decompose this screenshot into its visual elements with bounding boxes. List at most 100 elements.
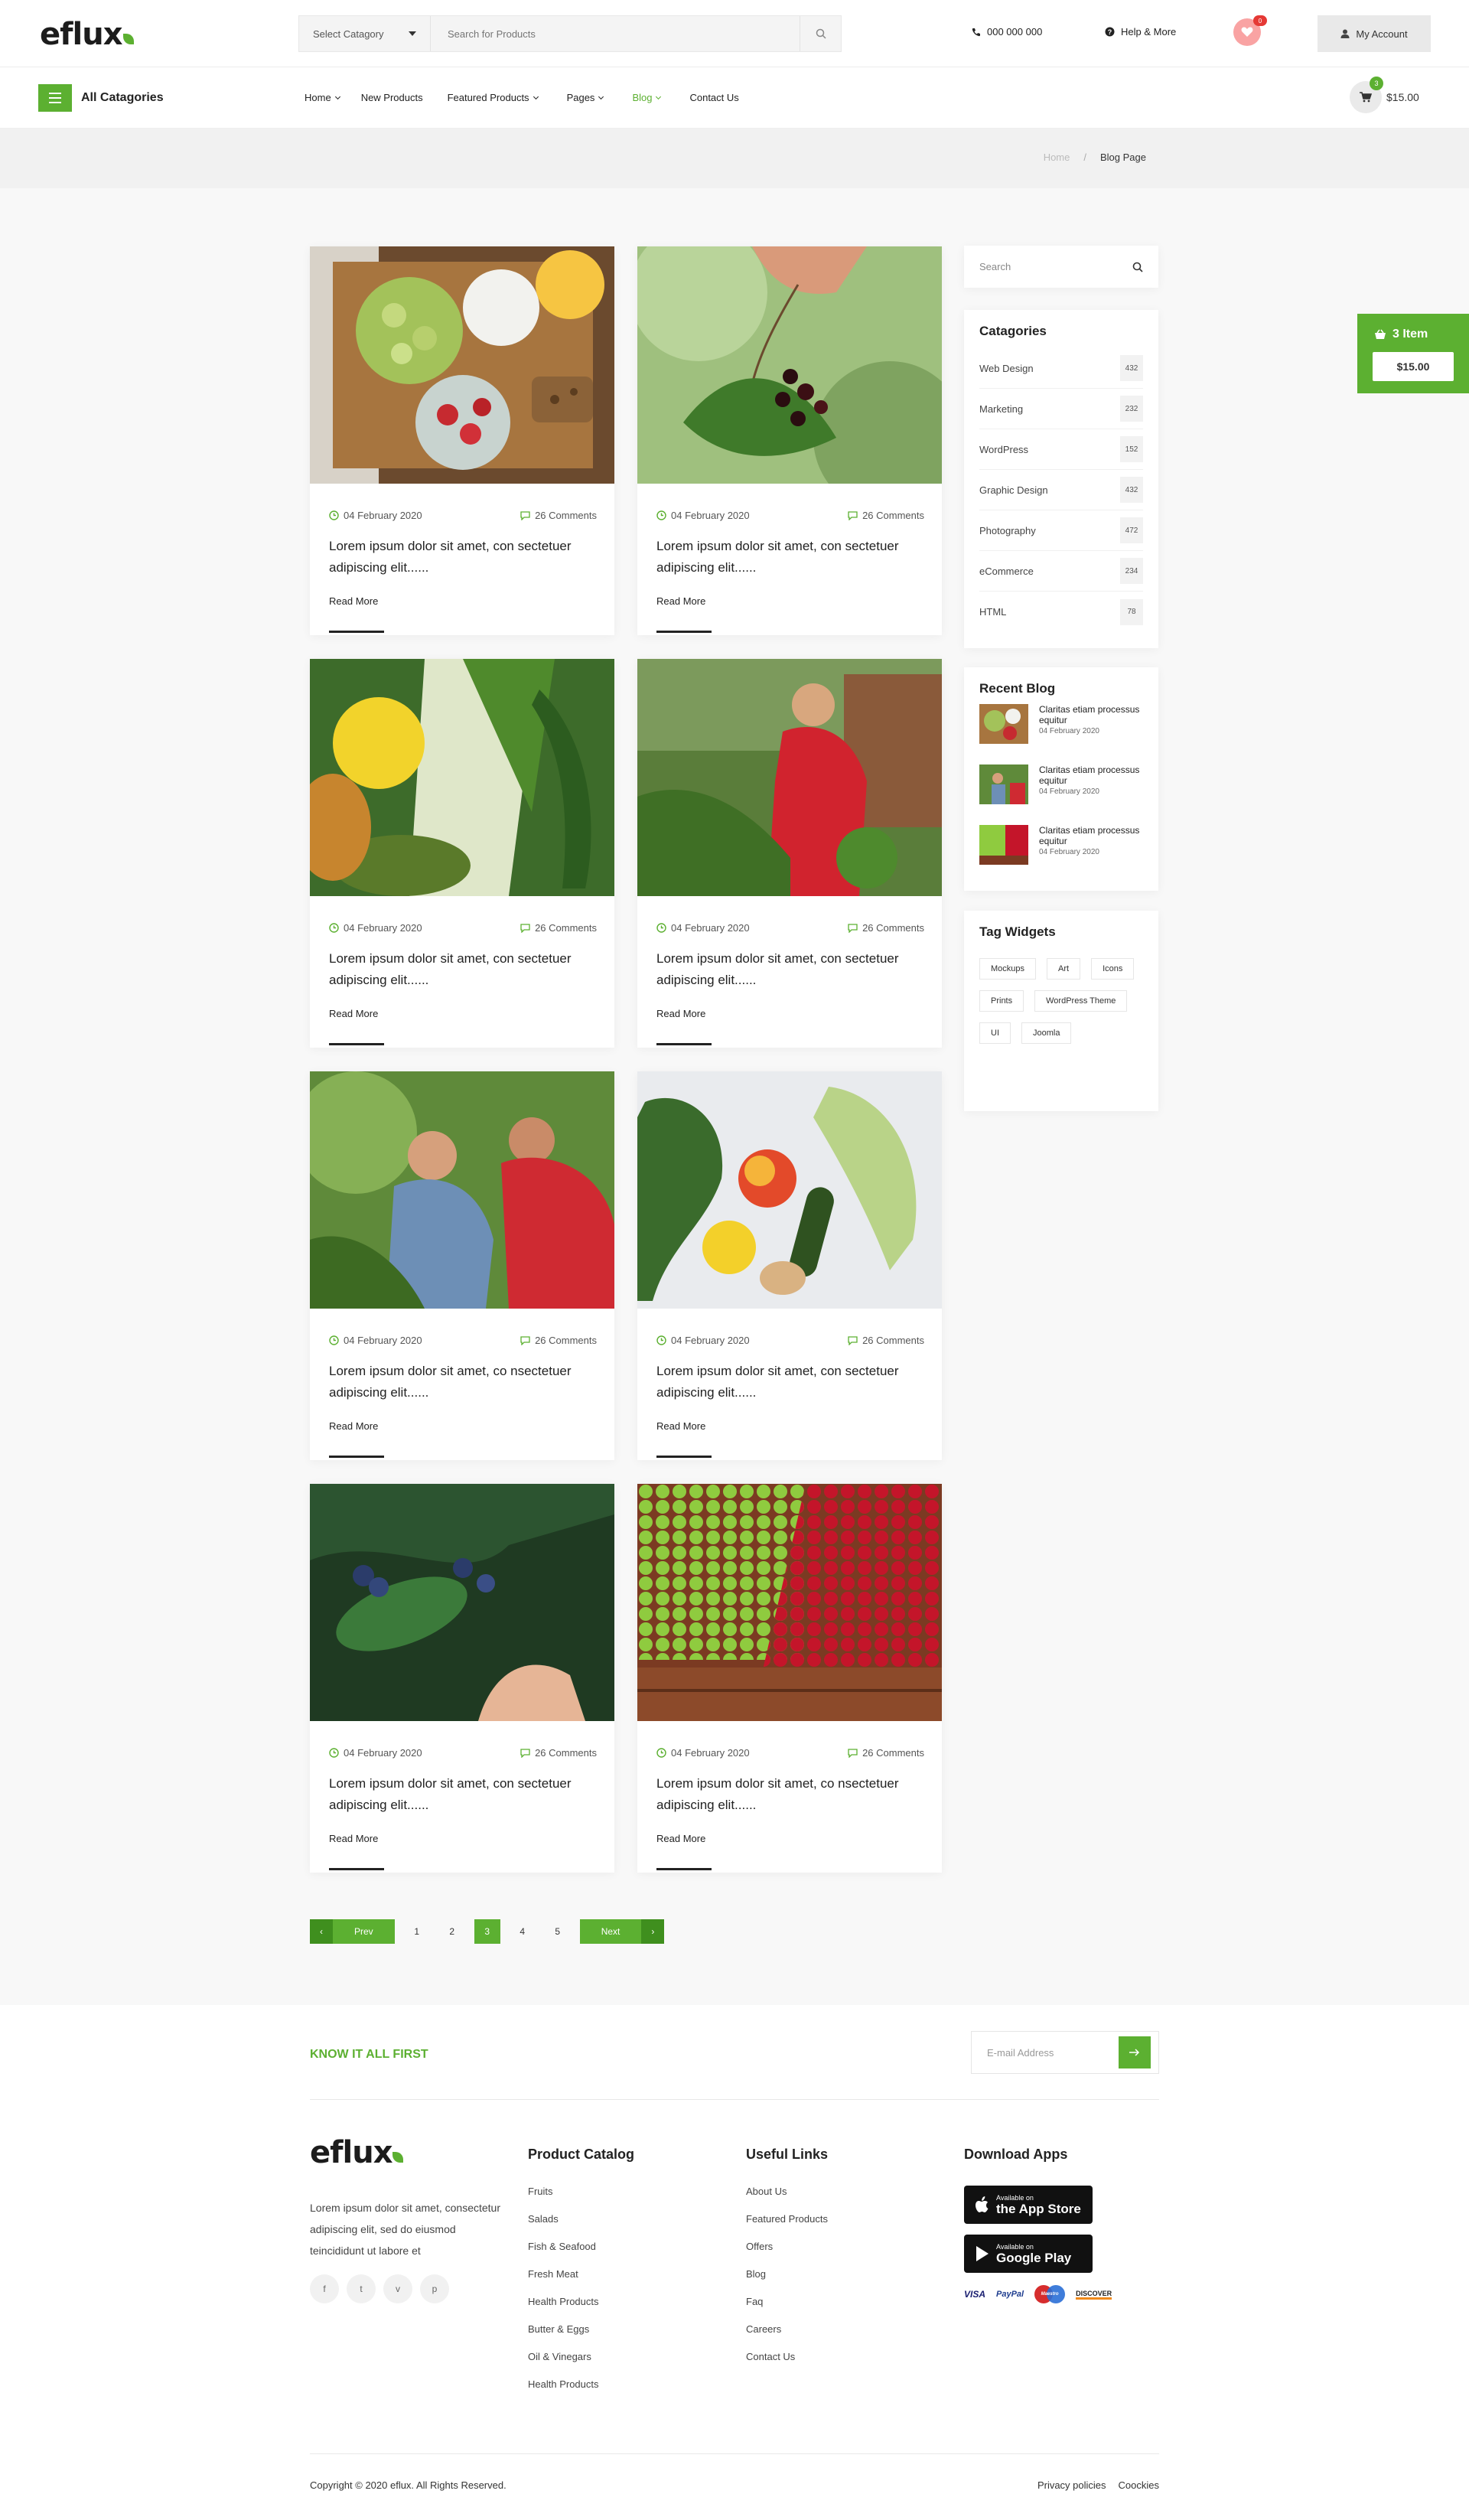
breadcrumb-home[interactable]: Home [1044,152,1070,163]
nav-new-products[interactable]: New Products [361,92,423,103]
prev-button[interactable]: ‹ Prev [310,1919,395,1944]
recent-blog-item[interactable]: Claritas etiam processus equitur 04 Febru… [979,764,1143,825]
read-more-link[interactable]: Read More [329,1008,378,1019]
category-item[interactable]: Web Design 432 [979,348,1143,389]
blog-title[interactable]: Lorem ipsum dolor sit amet, con sectetue… [329,948,597,991]
category-select[interactable]: Select Catagory [299,16,431,51]
search-input[interactable] [431,16,800,51]
subscribe-button[interactable] [1119,2036,1151,2068]
useful-link[interactable]: Offers [746,2241,828,2268]
recent-blog-item[interactable]: Claritas etiam processus equitur 04 Febru… [979,704,1143,764]
blog-comments[interactable]: 26 Comments [520,1747,597,1759]
blog-comments[interactable]: 26 Comments [848,1747,924,1759]
recent-blog-item[interactable]: Claritas etiam processus equitur 04 Febru… [979,825,1143,885]
category-item[interactable]: HTML 78 [979,592,1143,632]
catalog-link[interactable]: Fruits [528,2186,634,2213]
nav-contact[interactable]: Contact Us [689,92,738,103]
useful-link[interactable]: Blog [746,2268,828,2296]
app-store-button[interactable]: Available on the App Store [964,2186,1093,2224]
blog-image[interactable] [637,659,942,896]
tag[interactable]: Joomla [1021,1022,1072,1044]
tag[interactable]: Art [1047,958,1081,980]
blog-comments[interactable]: 26 Comments [848,510,924,521]
blog-image[interactable] [310,1071,614,1309]
cart-button[interactable]: 3 [1350,77,1383,113]
all-categories-button[interactable]: All Catagories [38,84,164,112]
catalog-link[interactable]: Health Products [528,2378,634,2406]
page-3[interactable]: 3 [474,1919,500,1944]
blog-image[interactable] [310,659,614,896]
blog-comments[interactable]: 26 Comments [848,1335,924,1346]
read-more-link[interactable]: Read More [329,1833,378,1844]
blog-title[interactable]: Lorem ipsum dolor sit amet, con sectetue… [656,1361,924,1403]
blog-title[interactable]: Lorem ipsum dolor sit amet, con sectetue… [656,536,924,579]
page-4[interactable]: 4 [510,1919,536,1944]
pinterest-icon[interactable]: p [420,2274,449,2303]
category-item[interactable]: Photography 472 [979,510,1143,551]
logo[interactable]: eflux [40,17,134,52]
read-more-link[interactable]: Read More [329,1420,378,1432]
facebook-icon[interactable]: f [310,2274,339,2303]
tag[interactable]: UI [979,1022,1011,1044]
cookies-link[interactable]: Coockies [1119,2479,1159,2491]
account-button[interactable]: My Account [1318,15,1431,52]
blog-comments[interactable]: 26 Comments [520,922,597,934]
nav-pages[interactable]: Pages [567,92,604,103]
footer-logo[interactable]: eflux [310,2135,403,2170]
blog-title[interactable]: Lorem ipsum dolor sit amet, con sectetue… [656,948,924,991]
category-item[interactable]: Graphic Design 432 [979,470,1143,510]
read-more-link[interactable]: Read More [656,595,705,607]
category-item[interactable]: WordPress 152 [979,429,1143,470]
page-5[interactable]: 5 [545,1919,571,1944]
next-button[interactable]: Next › [579,1919,665,1944]
blog-image[interactable] [637,246,942,484]
floating-cart-total[interactable]: $15.00 [1373,352,1454,381]
tag[interactable]: Prints [979,990,1024,1012]
tag[interactable]: Mockups [979,958,1037,980]
nav-featured-products[interactable]: Featured Products [448,92,539,103]
blog-title[interactable]: Lorem ipsum dolor sit amet, con sectetue… [329,536,597,579]
catalog-link[interactable]: Health Products [528,2296,634,2323]
read-more-link[interactable]: Read More [329,595,378,607]
blog-comments[interactable]: 26 Comments [848,922,924,934]
page-2[interactable]: 2 [439,1919,465,1944]
google-play-button[interactable]: Available on Google Play [964,2235,1093,2273]
privacy-link[interactable]: Privacy policies [1037,2479,1106,2491]
blog-title[interactable]: Lorem ipsum dolor sit amet, co nsectetue… [329,1361,597,1403]
blog-title[interactable]: Lorem ipsum dolor sit amet, con sectetue… [329,1773,597,1816]
vimeo-icon[interactable]: v [383,2274,412,2303]
twitter-icon[interactable]: t [347,2274,376,2303]
catalog-link[interactable]: Fish & Seafood [528,2241,634,2268]
read-more-link[interactable]: Read More [656,1420,705,1432]
help-link[interactable]: ? Help & More [1105,26,1176,37]
blog-comments[interactable]: 26 Comments [520,510,597,521]
blog-image[interactable] [637,1071,942,1309]
sidebar-search[interactable]: Search [964,246,1158,288]
catalog-link[interactable]: Butter & Eggs [528,2323,634,2351]
blog-comments[interactable]: 26 Comments [520,1335,597,1346]
tag[interactable]: Icons [1091,958,1135,980]
useful-link[interactable]: Careers [746,2323,828,2351]
catalog-link[interactable]: Fresh Meat [528,2268,634,2296]
floating-cart[interactable]: 3 Item $15.00 [1357,314,1469,393]
useful-link[interactable]: Featured Products [746,2213,828,2241]
read-more-link[interactable]: Read More [656,1833,705,1844]
search-button[interactable] [800,16,841,51]
catalog-link[interactable]: Oil & Vinegars [528,2351,634,2378]
blog-image[interactable] [637,1484,942,1721]
newsletter-form[interactable]: E-mail Address [971,2031,1159,2074]
read-more-link[interactable]: Read More [656,1008,705,1019]
phone-contact[interactable]: 000 000 000 [972,26,1042,37]
nav-home[interactable]: Home [305,92,340,103]
blog-image[interactable] [310,246,614,484]
search-icon[interactable] [1132,262,1143,272]
category-item[interactable]: Marketing 232 [979,389,1143,429]
wishlist-button[interactable]: 0 [1233,15,1267,46]
tag[interactable]: WordPress Theme [1034,990,1128,1012]
email-input[interactable]: E-mail Address [987,2047,1054,2059]
page-1[interactable]: 1 [404,1919,430,1944]
useful-link[interactable]: About Us [746,2186,828,2213]
nav-cart[interactable]: 3 $15.00 [1350,77,1419,113]
useful-link[interactable]: Contact Us [746,2351,828,2378]
blog-image[interactable] [310,1484,614,1721]
